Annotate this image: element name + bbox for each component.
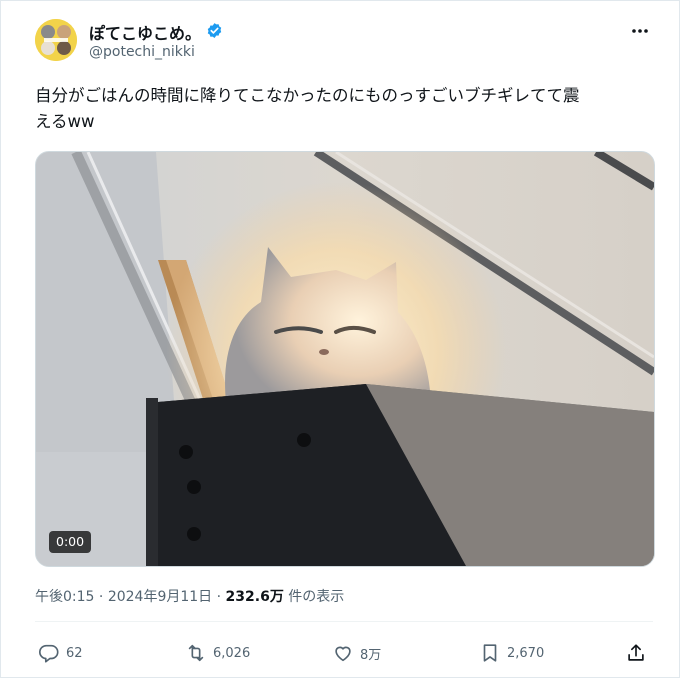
tweet-text-line: えるww (35, 112, 95, 131)
like-button[interactable]: 8万 (332, 641, 381, 665)
post-date[interactable]: 2024年9月11日 (108, 589, 212, 605)
reply-count: 62 (66, 645, 83, 661)
tweet-text: 自分がごはんの時間に降りてこなかったのにものっすごいブチギレてて震 えるww (35, 83, 655, 135)
bookmark-button[interactable]: 2,670 (479, 641, 544, 665)
views-count: 232.6万 (225, 589, 284, 605)
views-label: 件の表示 (288, 589, 345, 605)
display-name[interactable]: ぽてこゆこめ。 (89, 20, 201, 44)
video-player[interactable] (35, 151, 655, 567)
tweet-meta: 午後0:15 · 2024年9月11日 · 232.6万 件の表示 (35, 586, 344, 606)
retweet-count: 6,026 (213, 645, 251, 661)
divider (35, 621, 653, 622)
video-frame (36, 152, 654, 566)
share-icon (628, 644, 644, 661)
reply-button[interactable]: 62 (38, 641, 83, 665)
share-button[interactable] (625, 641, 647, 665)
bookmark-icon (483, 644, 497, 662)
meta-separator: · (94, 589, 108, 605)
retweet-button[interactable]: 6,026 (185, 641, 250, 665)
avatar[interactable] (35, 19, 77, 61)
user-handle[interactable]: @potechi_nikki (89, 44, 195, 60)
post-time[interactable]: 午後0:15 (35, 589, 94, 605)
avatar-image (35, 19, 77, 61)
bookmark-count: 2,670 (507, 645, 545, 661)
like-count: 8万 (360, 647, 382, 663)
video-timestamp-badge: 0:00 (49, 531, 92, 553)
retweet-icon (188, 644, 204, 662)
reply-icon (39, 644, 59, 663)
tweet-text-line: 自分がごはんの時間に降りてこなかったのにものっすごいブチギレてて震 (35, 86, 580, 105)
verified-badge-icon (207, 23, 222, 38)
meta-separator: · (212, 589, 226, 605)
tweet-card: ぽてこゆこめ。 @potechi_nikki 自分がごはんの時間に降りてこなかっ… (0, 0, 680, 678)
heart-icon (335, 646, 351, 662)
more-options-icon[interactable] (629, 23, 651, 39)
